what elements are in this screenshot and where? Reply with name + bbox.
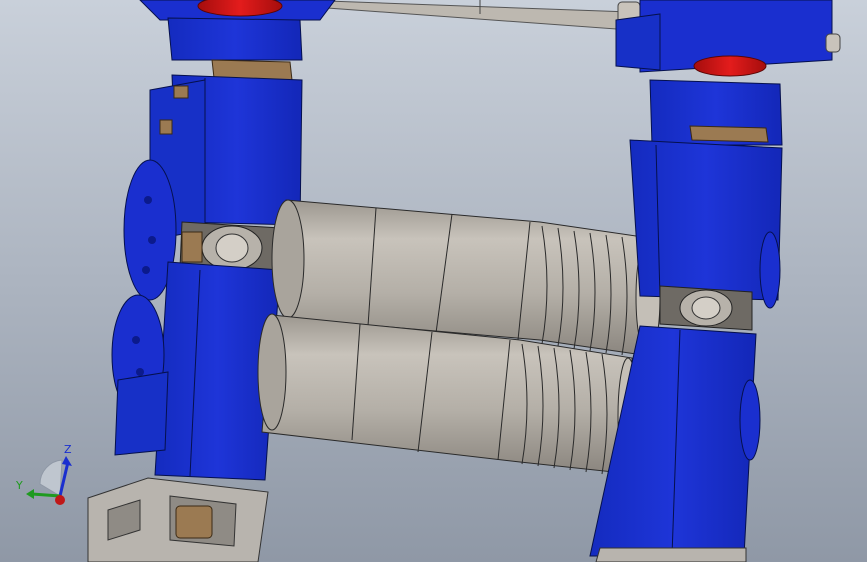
top-red-cap — [197, 0, 283, 17]
left-base-frame[interactable] — [87, 477, 269, 562]
triad-y-label: Y — [16, 479, 23, 492]
cad-3d-viewport[interactable]: Z Y — [0, 0, 867, 562]
triad-z-label: Z — [64, 443, 72, 456]
top-red-cap — [693, 55, 767, 77]
y-axis-arrow — [31, 492, 61, 498]
right-base-frame[interactable] — [595, 547, 747, 562]
rolling-mill-model[interactable] — [0, 0, 867, 562]
triad-origin — [55, 495, 65, 505]
